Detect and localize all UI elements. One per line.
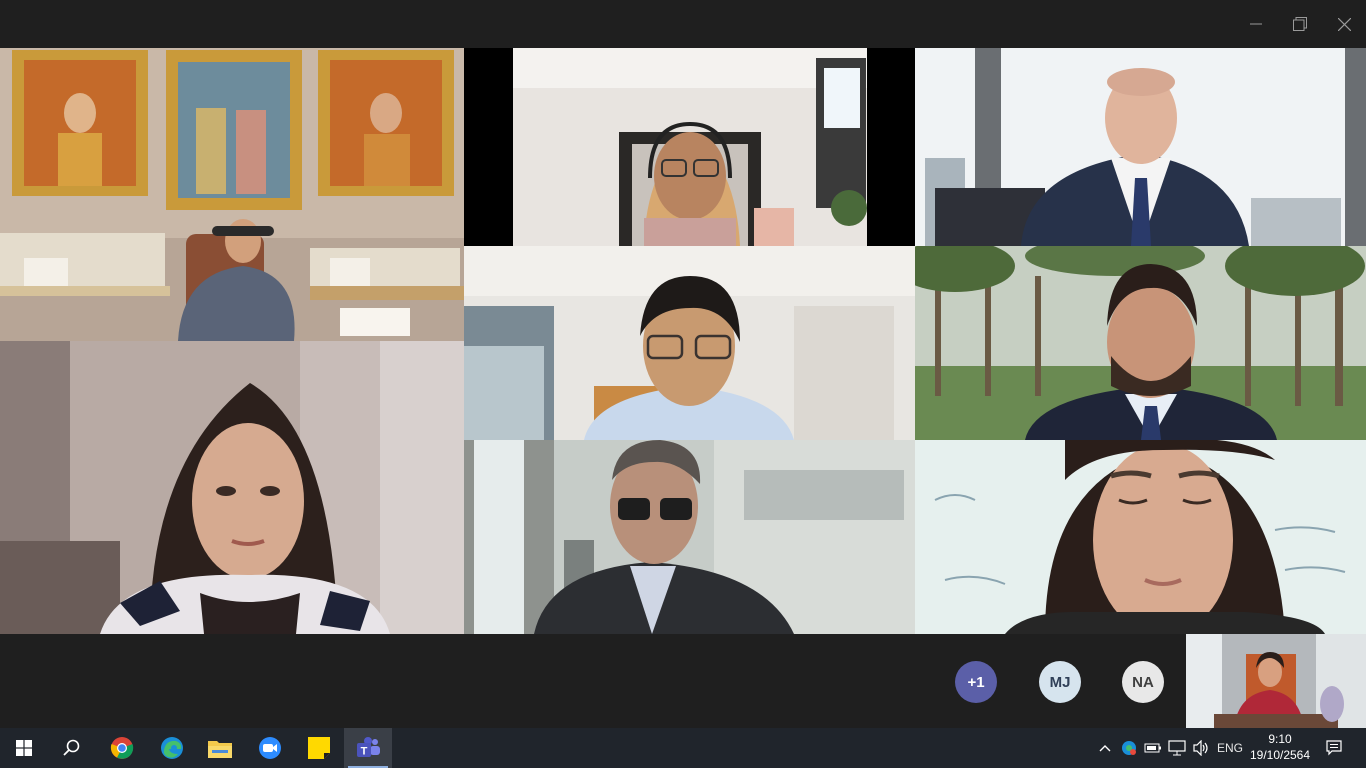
avatar-initials: MJ	[1049, 673, 1071, 691]
close-icon	[1337, 17, 1351, 31]
zoom-button[interactable]	[246, 728, 294, 768]
video-feed	[915, 246, 1366, 440]
participant-avatar-mj[interactable]: MJ	[1039, 661, 1081, 703]
edge-icon	[161, 737, 183, 759]
chrome-button[interactable]	[98, 728, 146, 768]
video-feed	[0, 48, 464, 341]
video-feed	[464, 246, 915, 440]
teams-icon: T	[357, 737, 380, 758]
edge-button[interactable]	[148, 728, 196, 768]
video-feed	[464, 440, 915, 634]
overflow-count: +1	[967, 673, 985, 691]
search-icon	[63, 739, 80, 756]
video-tile-headset[interactable]	[464, 48, 915, 246]
windows-taskbar: T ENG 9:10 19/10/2564	[0, 728, 1366, 768]
video-tile-whiteboard[interactable]	[915, 440, 1366, 634]
video-feed	[1186, 634, 1366, 728]
sticky-notes-button[interactable]	[295, 728, 343, 768]
chevron-up-icon	[1099, 745, 1111, 752]
network-icon	[1168, 740, 1186, 756]
battery-icon	[1144, 743, 1161, 753]
minimize-button[interactable]	[1236, 4, 1276, 44]
video-feed	[915, 48, 1366, 246]
clock-time: 9:10	[1268, 732, 1292, 746]
video-tile-glass-office[interactable]	[464, 440, 915, 634]
overflow-participants-button[interactable]: +1	[955, 661, 997, 703]
notification-icon	[1326, 740, 1342, 756]
tray-battery[interactable]	[1142, 728, 1164, 768]
clock[interactable]: 9:10 19/10/2564	[1242, 731, 1318, 765]
video-feed	[0, 341, 464, 634]
video-tile-home-woman[interactable]	[0, 341, 464, 634]
clock-date: 19/10/2564	[1249, 748, 1311, 762]
show-hidden-icons-button[interactable]	[1094, 728, 1116, 768]
edge-tray-icon	[1122, 741, 1136, 755]
close-button[interactable]	[1324, 4, 1364, 44]
file-explorer-icon	[208, 741, 232, 758]
start-icon	[16, 740, 32, 756]
start-button[interactable]	[0, 728, 48, 768]
restore-icon	[1293, 17, 1307, 31]
file-explorer-button[interactable]	[196, 728, 244, 768]
language-label: ENG	[1216, 741, 1243, 755]
teams-button[interactable]: T	[344, 728, 392, 768]
video-tile-palm-trees[interactable]	[915, 246, 1366, 440]
zoom-icon	[259, 737, 281, 759]
search-button[interactable]	[48, 728, 96, 768]
self-view-video[interactable]	[1186, 634, 1366, 728]
tray-edge-update[interactable]	[1118, 728, 1140, 768]
avatar-initials: NA	[1132, 673, 1154, 691]
tray-volume[interactable]	[1190, 728, 1212, 768]
video-tile-window-suit[interactable]	[915, 48, 1366, 246]
video-tile-office-portraits[interactable]	[0, 48, 464, 341]
video-feed	[915, 440, 1366, 634]
video-feed	[464, 48, 915, 246]
svg-text:T: T	[361, 746, 368, 758]
participant-avatar-na[interactable]: NA	[1122, 661, 1164, 703]
chrome-icon	[110, 737, 134, 759]
sticky-notes-icon	[308, 737, 330, 759]
action-center-button[interactable]	[1320, 728, 1348, 768]
restore-button[interactable]	[1280, 4, 1320, 44]
minimize-icon	[1250, 23, 1262, 25]
volume-icon	[1193, 740, 1208, 756]
tray-network[interactable]	[1166, 728, 1188, 768]
video-tile-office-glasses[interactable]	[464, 246, 915, 440]
window-title-bar	[0, 0, 1366, 48]
